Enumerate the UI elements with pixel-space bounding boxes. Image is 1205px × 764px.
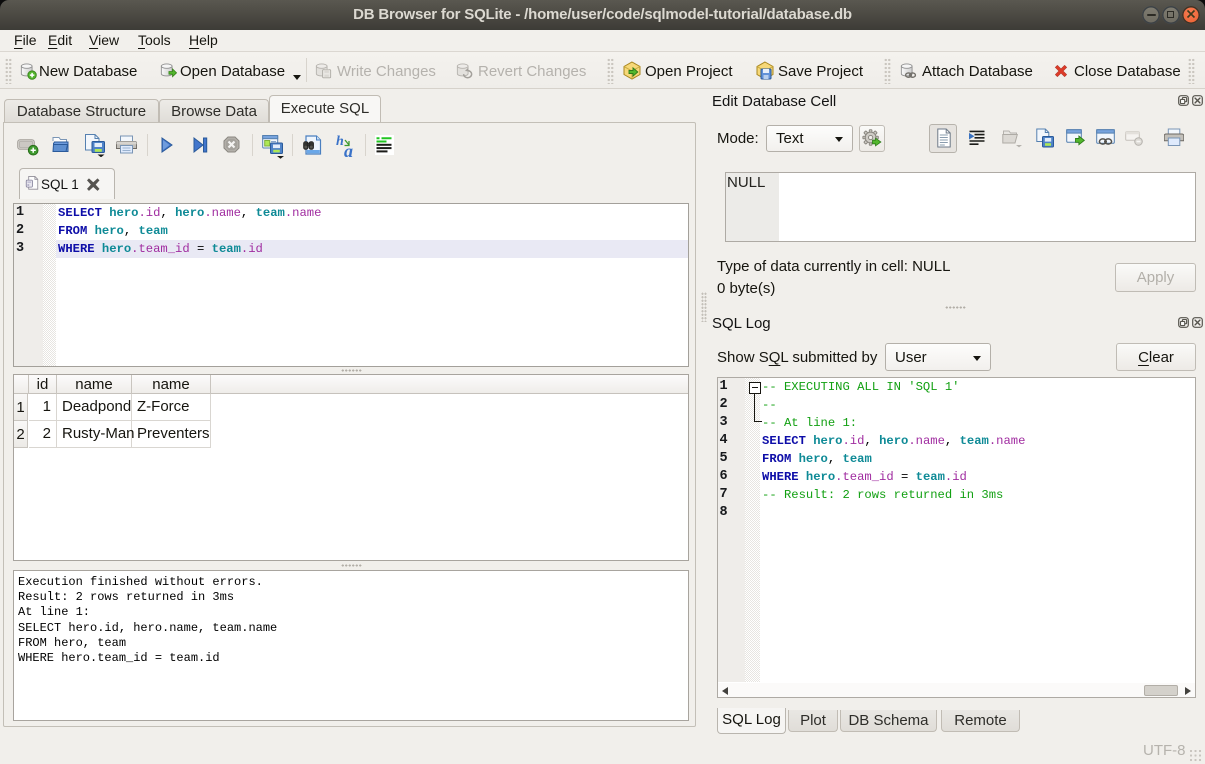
- svg-text:h: h: [336, 134, 344, 149]
